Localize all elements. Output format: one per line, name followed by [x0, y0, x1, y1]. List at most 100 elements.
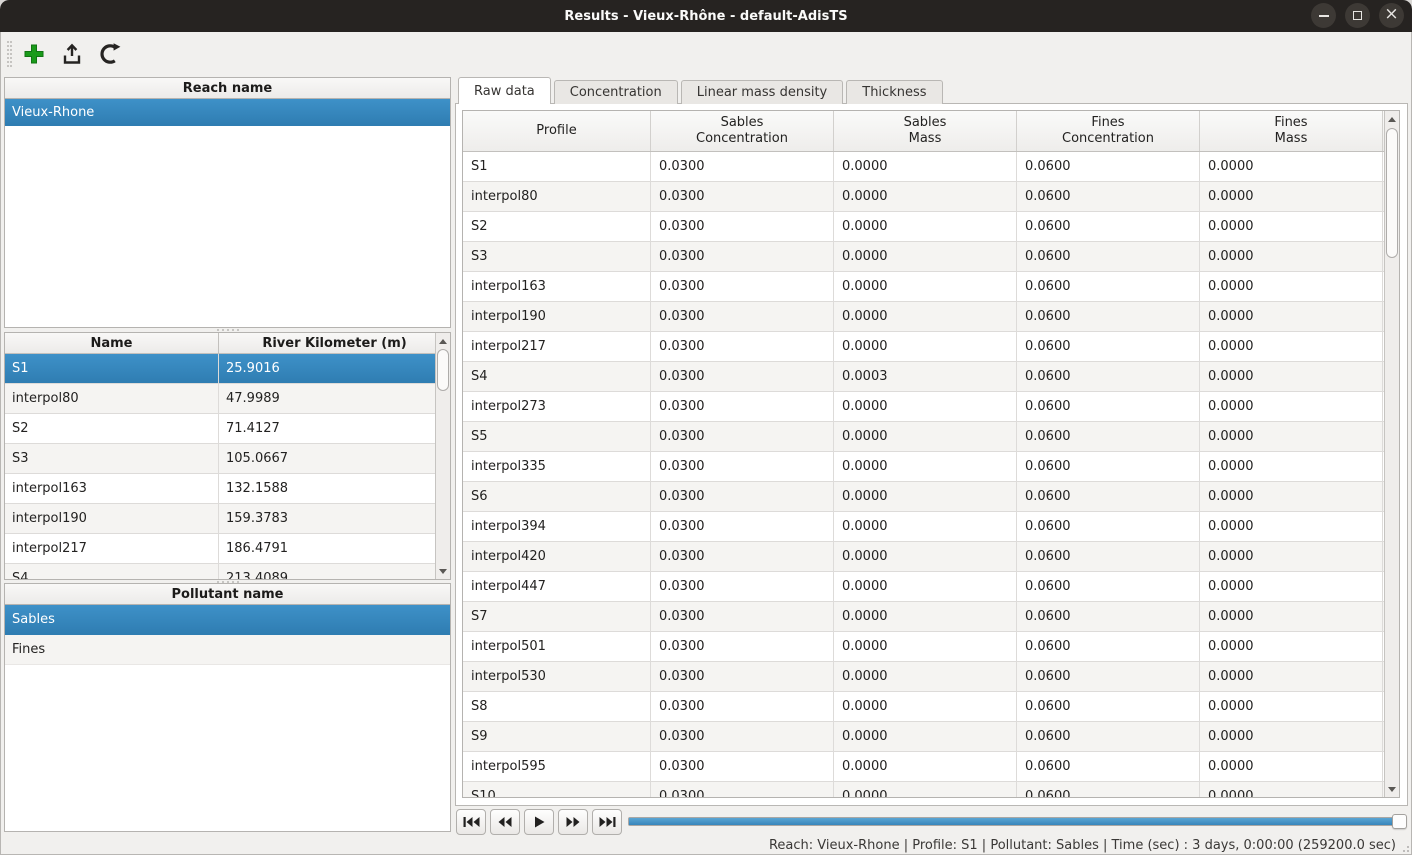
table-row[interactable]: interpol5950.03000.00000.06000.0000	[463, 752, 1384, 782]
profile-cell[interactable]: S5	[463, 422, 651, 451]
value-cell[interactable]: 0.0000	[834, 152, 1017, 181]
value-cell[interactable]: 0.0300	[651, 722, 834, 751]
profile-row[interactable]: S271.4127	[5, 414, 435, 444]
profile-cell[interactable]: S1	[463, 152, 651, 181]
value-cell[interactable]: 0.0300	[651, 182, 834, 211]
value-cell[interactable]: 0.0600	[1017, 272, 1200, 301]
value-cell[interactable]: 0.0600	[1017, 542, 1200, 571]
tab-thickness[interactable]: Thickness	[846, 80, 942, 104]
table-row[interactable]: interpol2170.03000.00000.06000.0000	[463, 332, 1384, 362]
table-row[interactable]: interpol2730.03000.00000.06000.0000	[463, 392, 1384, 422]
value-cell[interactable]: 0.0300	[651, 272, 834, 301]
table-row[interactable]: S30.03000.00000.06000.0000	[463, 242, 1384, 272]
value-cell[interactable]: 0.0000	[834, 182, 1017, 211]
table-row[interactable]: S90.03000.00000.06000.0000	[463, 722, 1384, 752]
scroll-up-icon[interactable]	[436, 334, 450, 348]
value-cell[interactable]: 0.0600	[1017, 512, 1200, 541]
value-cell[interactable]: 0.0000	[1200, 302, 1383, 331]
profile-rk-cell[interactable]: 159.3783	[219, 504, 435, 533]
value-cell[interactable]: 0.0600	[1017, 632, 1200, 661]
table-row[interactable]: S10.03000.00000.06000.0000	[463, 152, 1384, 182]
value-cell[interactable]: 0.0600	[1017, 602, 1200, 631]
value-cell[interactable]: 0.0000	[834, 632, 1017, 661]
value-cell[interactable]: 0.0300	[651, 512, 834, 541]
value-cell[interactable]: 0.0000	[1200, 272, 1383, 301]
value-cell[interactable]: 0.0300	[651, 782, 834, 797]
value-cell[interactable]: 0.0600	[1017, 152, 1200, 181]
value-cell[interactable]: 0.0000	[834, 602, 1017, 631]
value-cell[interactable]: 0.0000	[1200, 332, 1383, 361]
profile-cell[interactable]: S8	[463, 692, 651, 721]
tab-raw-data[interactable]: Raw data	[458, 77, 551, 104]
profile-rk-cell[interactable]: 47.9989	[219, 384, 435, 413]
profile-name-cell[interactable]: interpol217	[5, 534, 219, 563]
profile-cell[interactable]: interpol217	[463, 332, 651, 361]
scrollbar-thumb[interactable]	[1386, 128, 1398, 258]
resize-grip[interactable]	[1399, 842, 1409, 852]
value-cell[interactable]: 0.0000	[834, 482, 1017, 511]
value-cell[interactable]: 0.0000	[1200, 212, 1383, 241]
profile-row[interactable]: S4213.4089	[5, 564, 435, 579]
value-cell[interactable]: 0.0600	[1017, 452, 1200, 481]
profile-cell[interactable]: interpol163	[463, 272, 651, 301]
value-cell[interactable]: 0.0300	[651, 482, 834, 511]
value-cell[interactable]: 0.0000	[1200, 722, 1383, 751]
profile-cell[interactable]: S10	[463, 782, 651, 797]
profile-cell[interactable]: interpol190	[463, 302, 651, 331]
value-cell[interactable]: 0.0000	[834, 392, 1017, 421]
profile-cell[interactable]: S3	[463, 242, 651, 271]
time-slider-track[interactable]	[628, 817, 1407, 826]
value-cell[interactable]: 0.0000	[1200, 632, 1383, 661]
time-slider-handle[interactable]	[1392, 814, 1407, 829]
skip-end-button[interactable]	[592, 809, 622, 835]
value-cell[interactable]: 0.0000	[834, 572, 1017, 601]
value-cell[interactable]: 0.0000	[834, 422, 1017, 451]
profile-name-cell[interactable]: interpol190	[5, 504, 219, 533]
value-cell[interactable]: 0.0600	[1017, 692, 1200, 721]
profile-cell[interactable]: interpol595	[463, 752, 651, 781]
value-cell[interactable]: 0.0000	[834, 242, 1017, 271]
value-cell[interactable]: 0.0300	[651, 212, 834, 241]
value-cell[interactable]: 0.0300	[651, 752, 834, 781]
value-cell[interactable]: 0.0000	[1200, 182, 1383, 211]
value-cell[interactable]: 0.0000	[1200, 542, 1383, 571]
refresh-button[interactable]	[96, 40, 124, 68]
value-cell[interactable]: 0.0000	[834, 722, 1017, 751]
value-cell[interactable]: 0.0000	[1200, 782, 1383, 797]
column-header[interactable]: Fines Mass	[1200, 111, 1383, 151]
maximize-button[interactable]	[1345, 3, 1370, 28]
value-cell[interactable]: 0.0000	[1200, 572, 1383, 601]
value-cell[interactable]: 0.0300	[651, 392, 834, 421]
table-row[interactable]: interpol5010.03000.00000.06000.0000	[463, 632, 1384, 662]
play-button[interactable]	[524, 809, 554, 835]
column-header[interactable]: Sables Concentration	[651, 111, 834, 151]
export-button[interactable]	[58, 40, 86, 68]
value-cell[interactable]: 0.0000	[834, 512, 1017, 541]
profile-cell[interactable]: interpol501	[463, 632, 651, 661]
value-cell[interactable]: 0.0000	[834, 212, 1017, 241]
value-cell[interactable]: 0.0600	[1017, 242, 1200, 271]
value-cell[interactable]: 0.0300	[651, 452, 834, 481]
profile-cell[interactable]: interpol80	[463, 182, 651, 211]
profile-cell[interactable]: interpol530	[463, 662, 651, 691]
value-cell[interactable]: 0.0300	[651, 602, 834, 631]
value-cell[interactable]: 0.0600	[1017, 332, 1200, 361]
value-cell[interactable]: 0.0300	[651, 332, 834, 361]
value-cell[interactable]: 0.0000	[1200, 512, 1383, 541]
value-cell[interactable]: 0.0600	[1017, 392, 1200, 421]
rewind-button[interactable]	[490, 809, 520, 835]
value-cell[interactable]: 0.0300	[651, 242, 834, 271]
profile-rk-cell[interactable]: 25.9016	[219, 354, 435, 383]
value-cell[interactable]: 0.0000	[1200, 662, 1383, 691]
value-cell[interactable]: 0.0000	[1200, 692, 1383, 721]
profile-name-cell[interactable]: interpol163	[5, 474, 219, 503]
value-cell[interactable]: 0.0300	[651, 662, 834, 691]
value-cell[interactable]: 0.0000	[1200, 392, 1383, 421]
value-cell[interactable]: 0.0000	[1200, 362, 1383, 391]
value-cell[interactable]: 0.0600	[1017, 722, 1200, 751]
table-row[interactable]: interpol1630.03000.00000.06000.0000	[463, 272, 1384, 302]
column-header[interactable]: Sables Mass	[834, 111, 1017, 151]
pollutant-list-item[interactable]: Fines	[5, 635, 450, 665]
value-cell[interactable]: 0.0600	[1017, 482, 1200, 511]
value-cell[interactable]: 0.0600	[1017, 752, 1200, 781]
